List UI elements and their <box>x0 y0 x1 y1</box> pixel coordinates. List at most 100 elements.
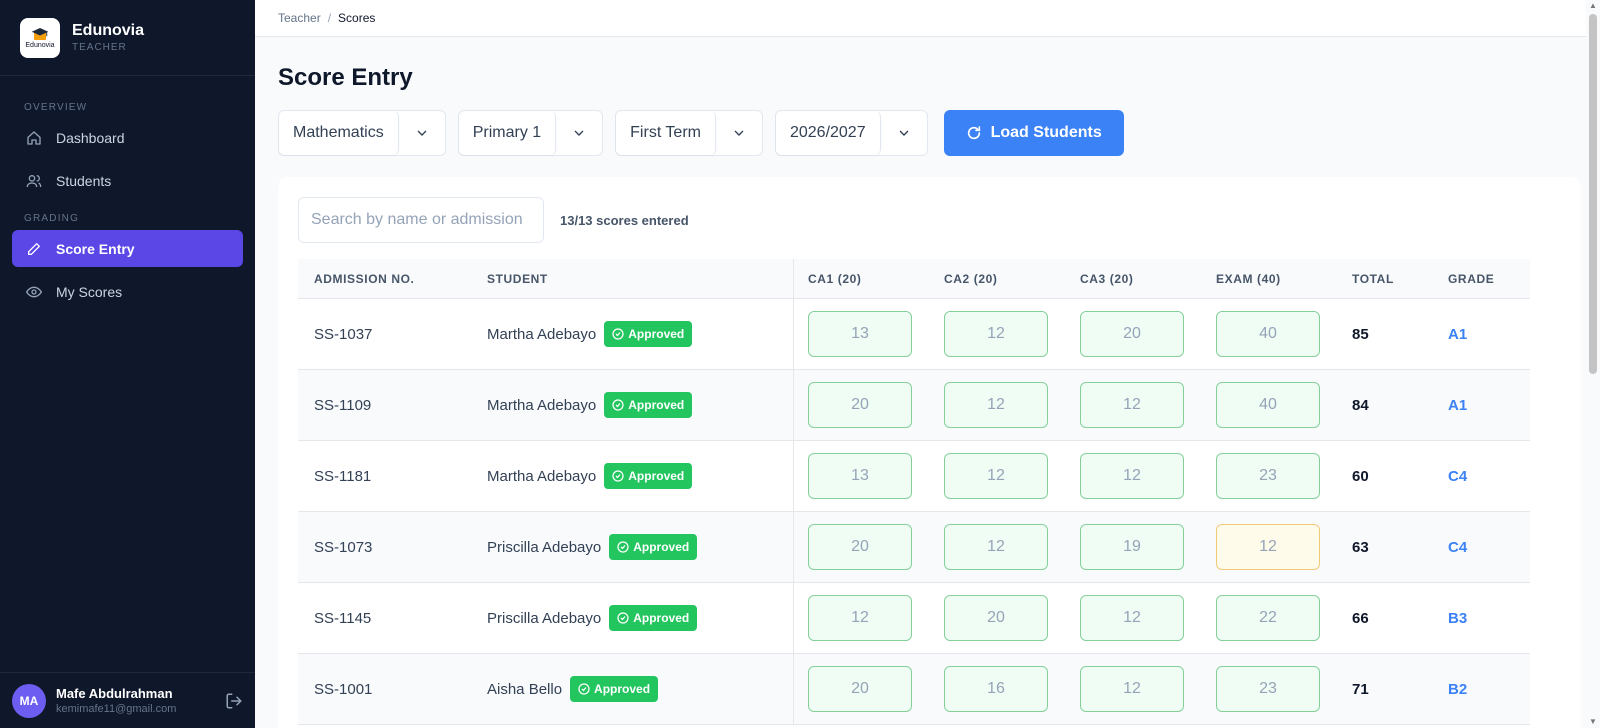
search-input[interactable] <box>298 197 544 243</box>
total-score: 85 <box>1352 325 1369 343</box>
total-score: 84 <box>1352 396 1369 414</box>
table-row: SS-1145 Priscilla Adebayo Approved 12 20… <box>298 583 1530 654</box>
exam-input[interactable]: 40 <box>1216 311 1320 357</box>
nav-section-overview: OVERVIEW <box>24 102 88 113</box>
total-score: 71 <box>1352 680 1369 698</box>
scroll-up-icon[interactable]: ▲ <box>1589 2 1597 10</box>
users-icon <box>26 174 42 187</box>
header-ca2: CA2 (20) <box>944 271 998 286</box>
grade: C4 <box>1448 467 1468 485</box>
header-student[interactable]: STUDENT <box>471 258 794 299</box>
chevron-down-icon <box>574 130 584 136</box>
admission-number: SS-1073 <box>314 538 373 556</box>
sidebar-item-label: My Scores <box>56 283 123 300</box>
load-students-button[interactable]: Load Students <box>943 110 1124 156</box>
refresh-icon <box>967 126 980 140</box>
student-name: Aisha Bello <box>487 680 563 698</box>
ca2-input[interactable]: 16 <box>944 666 1048 712</box>
grade: A1 <box>1448 325 1468 343</box>
term-value: First Term <box>616 111 716 155</box>
check-circle-icon <box>612 399 624 411</box>
session-value: 2026/2027 <box>776 111 881 155</box>
check-circle-icon <box>612 470 624 482</box>
sidebar-item-label: Dashboard <box>56 129 125 146</box>
eye-icon <box>26 286 42 297</box>
sidebar-item-score-entry[interactable]: Score Entry <box>12 230 243 267</box>
table-row: SS-1001 Aisha Bello Approved 20 16 12 23… <box>298 654 1530 725</box>
breadcrumb-current: Scores <box>338 11 376 25</box>
student-name: Priscilla Adebayo <box>487 538 602 556</box>
sidebar-item-dashboard[interactable]: Dashboard <box>12 119 243 156</box>
brand: Edunovia Edunovia TEACHER <box>0 0 255 76</box>
subject-select[interactable]: Mathematics <box>278 110 446 156</box>
check-circle-icon <box>612 328 624 340</box>
breadcrumb-separator: / <box>327 11 332 25</box>
app-logo: Edunovia <box>20 17 60 58</box>
ca1-input[interactable]: 12 <box>808 595 912 641</box>
nav-section-grading: GRADING <box>24 213 80 224</box>
logout-icon[interactable] <box>225 692 243 710</box>
ca2-input[interactable]: 12 <box>944 524 1048 570</box>
ca1-input[interactable]: 20 <box>808 666 912 712</box>
student-name: Martha Adebayo <box>487 325 597 343</box>
check-circle-icon <box>617 541 629 553</box>
status-badge: Approved <box>604 392 693 418</box>
table-row: SS-1109 Martha Adebayo Approved 20 12 12… <box>298 370 1530 441</box>
ca1-input[interactable]: 13 <box>808 311 912 357</box>
scroll-thumb[interactable] <box>1589 14 1597 374</box>
header-ca1: CA1 (20) <box>808 271 862 286</box>
sidebar-item-students[interactable]: Students <box>12 162 243 199</box>
page-scrollbar[interactable]: ▲ ▼ <box>1586 0 1600 728</box>
chevron-down-icon <box>899 130 909 136</box>
header-admission[interactable]: ADMISSION NO. <box>298 272 471 286</box>
total-score: 63 <box>1352 538 1369 556</box>
ca1-input[interactable]: 20 <box>808 524 912 570</box>
scroll-down-icon[interactable]: ▼ <box>1589 718 1597 726</box>
status-badge: Approved <box>570 676 659 702</box>
ca2-input[interactable]: 12 <box>944 311 1048 357</box>
ca3-input[interactable]: 12 <box>1080 382 1184 428</box>
header-grade: GRADE <box>1448 271 1495 286</box>
app-name: Edunovia <box>72 22 145 39</box>
exam-input[interactable]: 23 <box>1216 453 1320 499</box>
class-select[interactable]: Primary 1 <box>457 110 604 156</box>
logo-text: Edunovia <box>25 41 55 49</box>
check-circle-icon <box>617 612 629 624</box>
term-select[interactable]: First Term <box>615 110 763 156</box>
exam-input[interactable]: 40 <box>1216 382 1320 428</box>
ca2-input[interactable]: 12 <box>944 453 1048 499</box>
admission-number: SS-1037 <box>314 325 373 343</box>
header-exam: EXAM (40) <box>1216 271 1281 286</box>
session-select[interactable]: 2026/2027 <box>774 110 928 156</box>
table-row: SS-1181 Martha Adebayo Approved 13 12 12… <box>298 441 1530 512</box>
user-name: Mafe Abdulrahman <box>56 686 173 701</box>
ca1-input[interactable]: 13 <box>808 453 912 499</box>
main-content: Teacher / Scores Score Entry Mathematics… <box>255 0 1600 728</box>
exam-input[interactable]: 23 <box>1216 666 1320 712</box>
user-email: kemimafe11@gmail.com <box>56 703 177 715</box>
ca2-input[interactable]: 20 <box>944 595 1048 641</box>
exam-input[interactable]: 22 <box>1216 595 1320 641</box>
status-badge: Approved <box>609 534 698 560</box>
ca3-input[interactable]: 20 <box>1080 311 1184 357</box>
sidebar: Edunovia Edunovia TEACHER OVERVIEW Dashb… <box>0 0 255 728</box>
table-header: ADMISSION NO. STUDENT CA1 (20) CA2 (20) … <box>298 258 1530 299</box>
grade: C4 <box>1448 538 1468 556</box>
chevron-down-icon <box>417 130 427 136</box>
student-name: Martha Adebayo <box>487 467 597 485</box>
total-score: 66 <box>1352 609 1369 627</box>
ca3-input[interactable]: 12 <box>1080 453 1184 499</box>
breadcrumb-parent[interactable]: Teacher <box>278 11 321 25</box>
ca3-input[interactable]: 12 <box>1080 666 1184 712</box>
app-role: TEACHER <box>72 42 127 53</box>
ca3-input[interactable]: 12 <box>1080 595 1184 641</box>
sidebar-item-my-scores[interactable]: My Scores <box>12 273 243 310</box>
ca3-input[interactable]: 19 <box>1080 524 1184 570</box>
home-icon <box>27 130 41 145</box>
graduation-cap-icon <box>31 27 49 40</box>
exam-input[interactable]: 12 <box>1216 524 1320 570</box>
total-score: 60 <box>1352 467 1369 485</box>
ca2-input[interactable]: 12 <box>944 382 1048 428</box>
admission-number: SS-1001 <box>314 680 373 698</box>
ca1-input[interactable]: 20 <box>808 382 912 428</box>
